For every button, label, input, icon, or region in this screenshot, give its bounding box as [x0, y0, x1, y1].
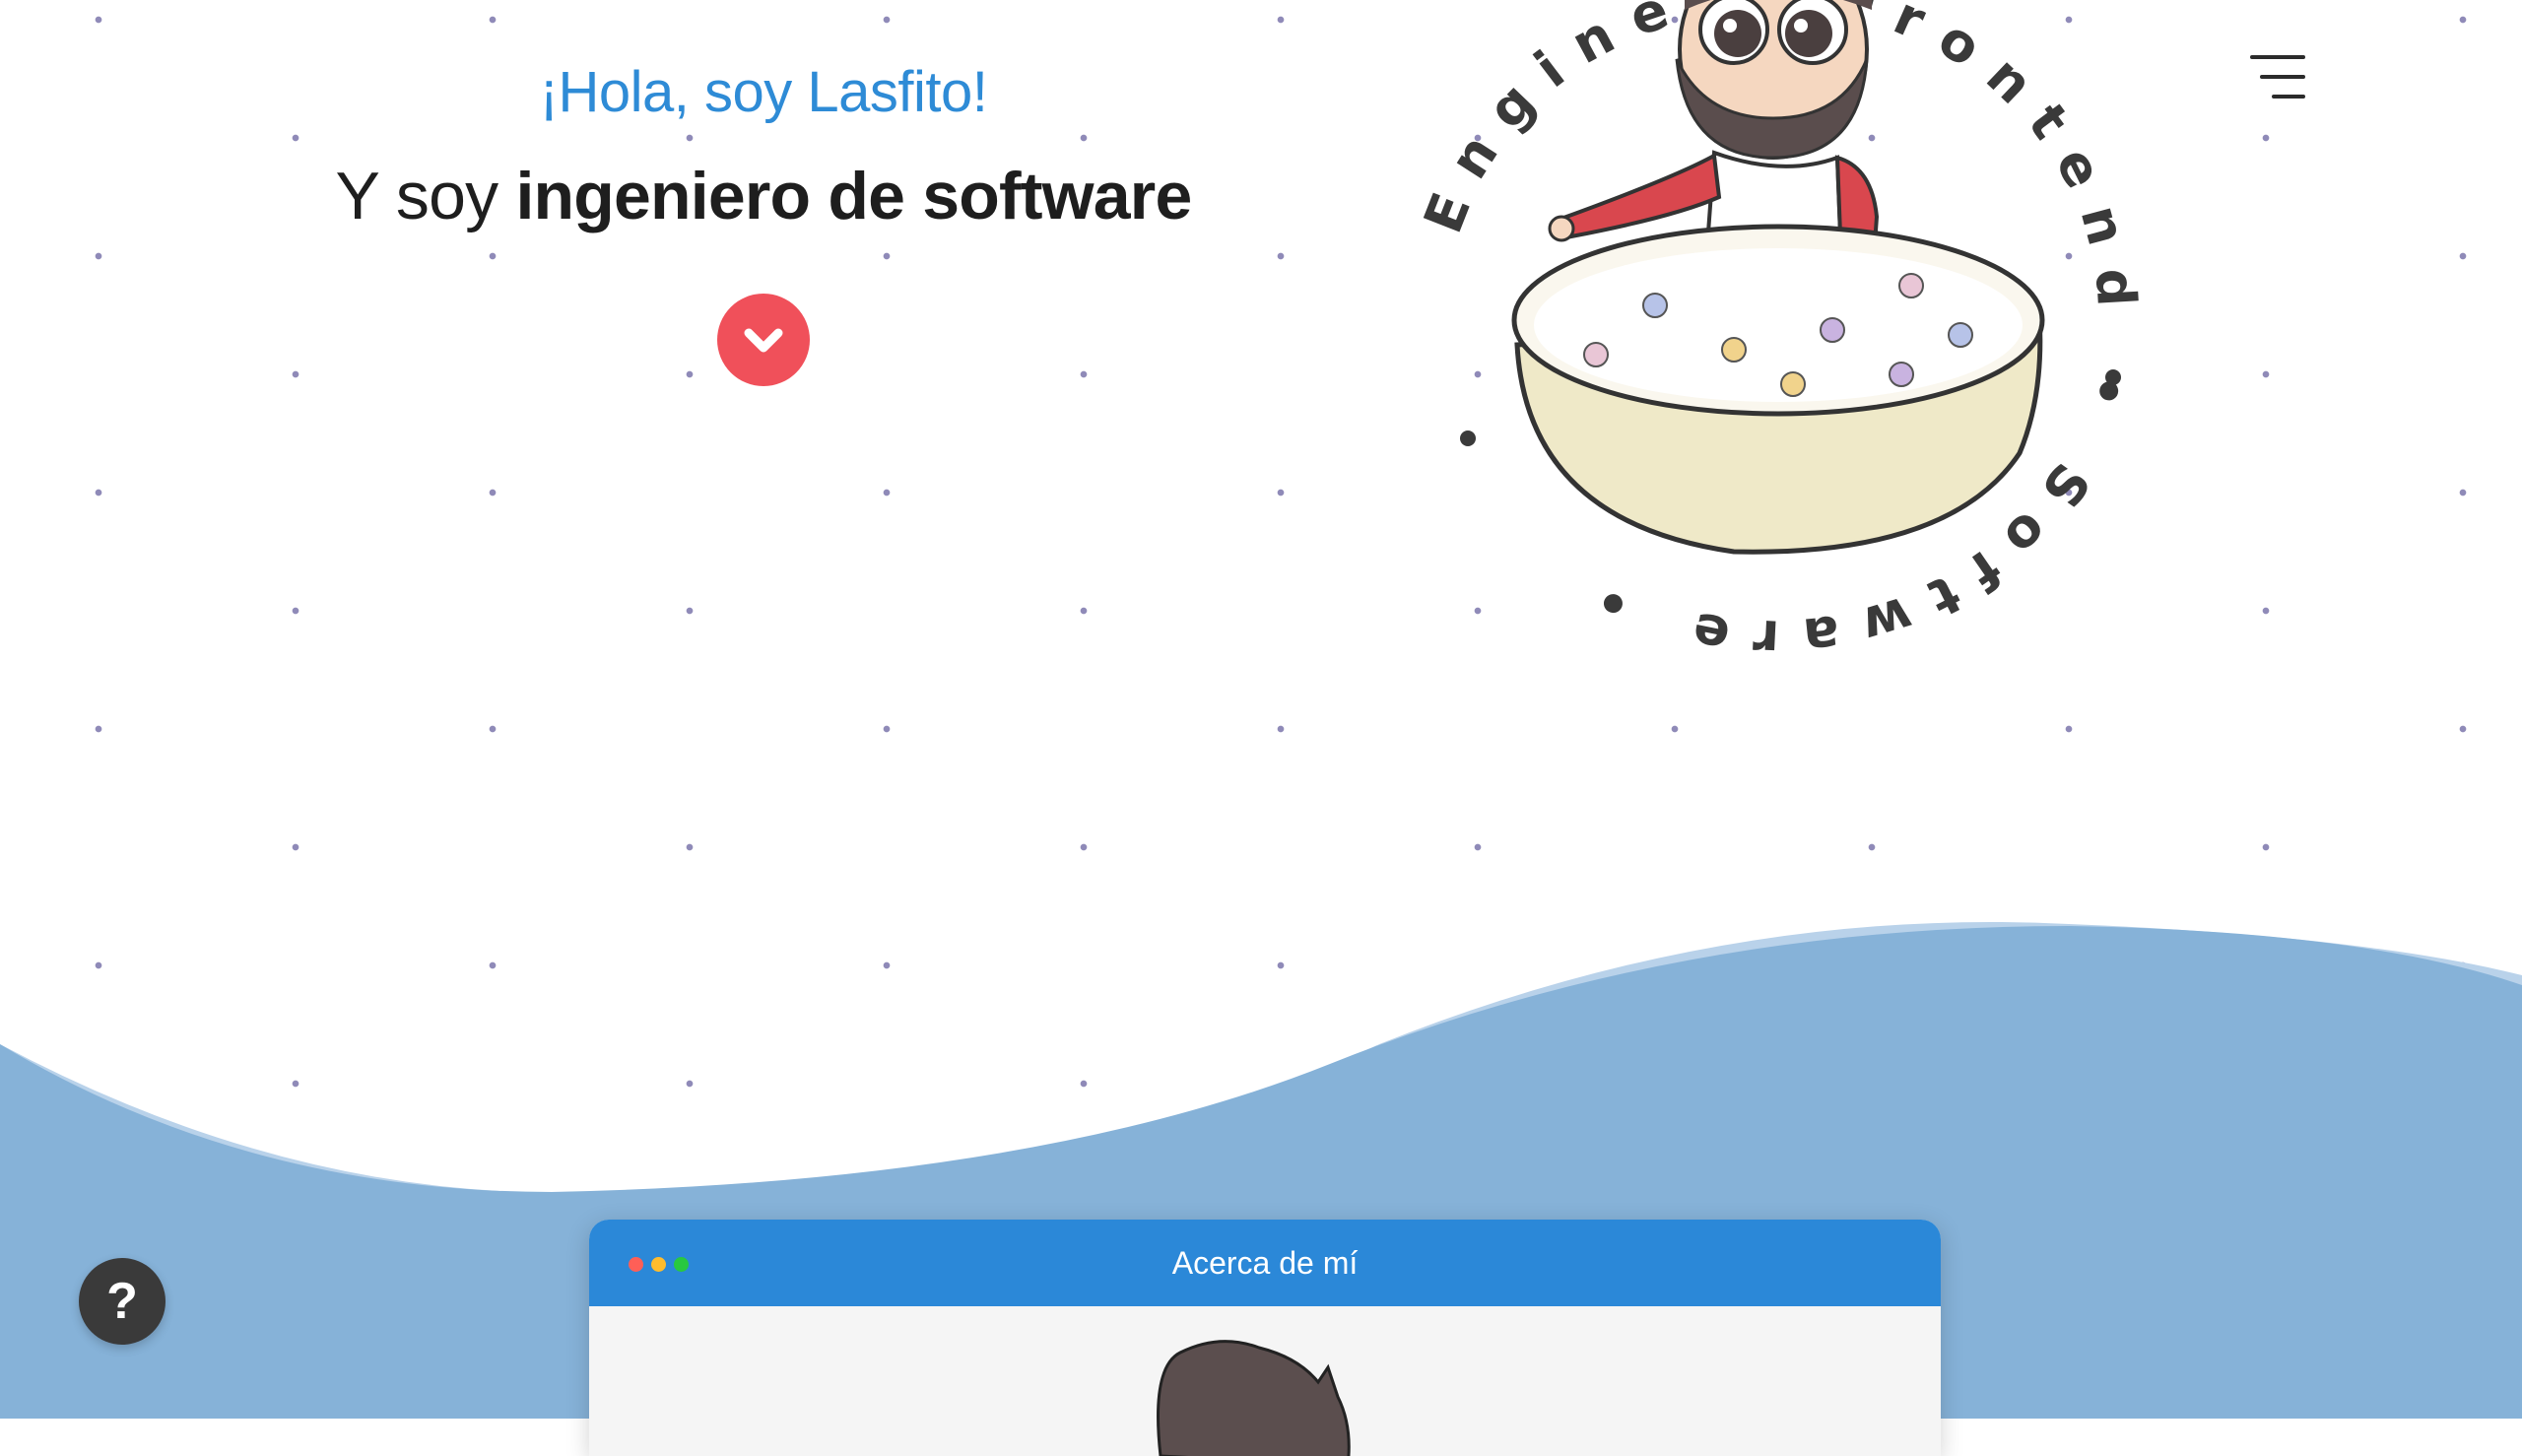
- hamburger-menu-icon[interactable]: [2246, 55, 2305, 104]
- question-mark-icon: ?: [106, 1273, 138, 1330]
- minimize-dot-icon[interactable]: [651, 1257, 666, 1272]
- profile-badge: Engineer Frontend • Software •: [1412, 0, 2127, 660]
- about-window: Acerca de mí: [589, 1220, 1941, 1456]
- window-title: Acerca de mí: [1171, 1244, 1359, 1281]
- tagline-role: ingeniero de software: [515, 159, 1192, 233]
- greeting: ¡Hola, soy Lasfito!: [539, 60, 988, 124]
- window-titlebar: Acerca de mí: [589, 1220, 1941, 1306]
- tagline-prefix: Y soy: [335, 159, 516, 233]
- help-button[interactable]: ?: [79, 1258, 166, 1345]
- maximize-dot-icon[interactable]: [674, 1257, 689, 1272]
- tagline: Y soy ingeniero de software: [0, 158, 1527, 234]
- window-controls: [629, 1257, 689, 1272]
- scroll-down-button[interactable]: [717, 294, 810, 386]
- avatar-illustration: [1157, 1340, 1351, 1456]
- chevron-down-icon: [744, 328, 783, 353]
- character-illustration: [1511, 0, 2045, 555]
- close-dot-icon[interactable]: [629, 1257, 643, 1272]
